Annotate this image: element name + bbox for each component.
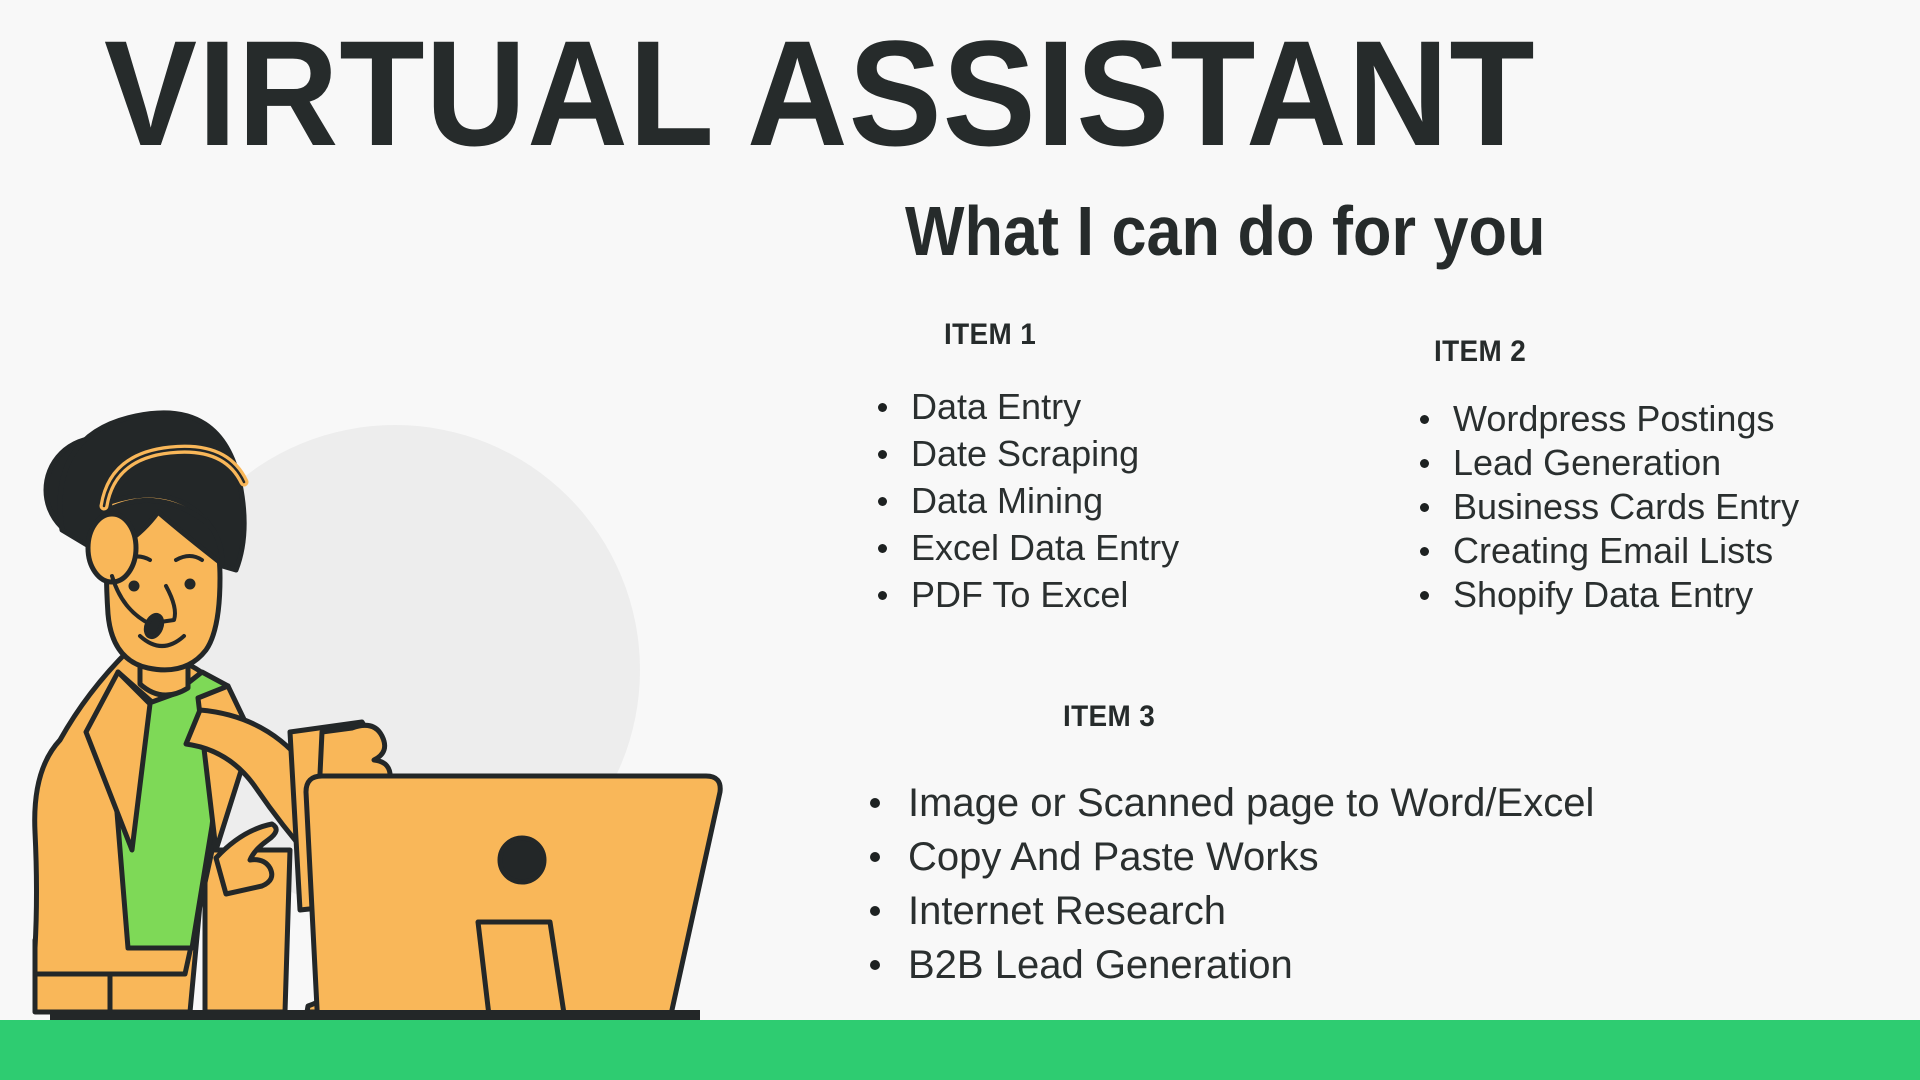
list-item-label: Shopify Data Entry — [1453, 574, 1754, 615]
list-item-label: PDF To Excel — [911, 574, 1129, 615]
item-block-1: ITEM 1 Data Entry Date Scraping Data Min… — [878, 318, 1179, 618]
item-3-heading: ITEM 3 — [1063, 700, 1156, 733]
poster-canvas: VIRTUAL ASSISTANT What I can do for you … — [0, 0, 1920, 1080]
list-item: Date Scraping — [878, 430, 1179, 477]
list-item-label: Excel Data Entry — [911, 527, 1180, 568]
list-item-label: Wordpress Postings — [1453, 398, 1775, 439]
item-block-3: ITEM 3 Image or Scanned page to Word/Exc… — [870, 700, 1594, 992]
list-item: Wordpress Postings — [1420, 397, 1799, 441]
list-item: B2B Lead Generation — [870, 938, 1594, 992]
list-item: Excel Data Entry — [878, 524, 1179, 571]
bullet-icon — [1420, 415, 1429, 424]
list-item-label: Internet Research — [908, 889, 1226, 933]
list-item-label: Image or Scanned page to Word/Excel — [908, 781, 1595, 825]
list-item: Data Mining — [878, 477, 1179, 524]
item-3-list: Image or Scanned page to Word/Excel Copy… — [870, 776, 1594, 992]
list-item-label: Date Scraping — [911, 433, 1140, 474]
list-item: Copy And Paste Works — [870, 830, 1594, 884]
item-1-heading: ITEM 1 — [944, 318, 1037, 351]
bullet-icon — [878, 496, 887, 506]
list-item-label: Copy And Paste Works — [908, 835, 1319, 879]
virtual-assistant-illustration — [0, 380, 740, 1080]
list-item-label: B2B Lead Generation — [908, 943, 1293, 987]
bullet-icon — [1420, 547, 1429, 556]
page-title: VIRTUAL ASSISTANT — [104, 9, 1536, 177]
bullet-icon — [878, 402, 887, 412]
bullet-icon — [1420, 459, 1429, 468]
eye-left — [128, 580, 140, 592]
item-2-heading: ITEM 2 — [1434, 335, 1527, 368]
bullet-icon — [870, 906, 880, 916]
list-item: Lead Generation — [1420, 441, 1799, 485]
list-item: Data Entry — [878, 383, 1179, 430]
bullet-icon — [1420, 591, 1429, 600]
bullet-icon — [1420, 503, 1429, 512]
list-item: Internet Research — [870, 884, 1594, 938]
list-item: Business Cards Entry — [1420, 485, 1799, 529]
list-item-label: Creating Email Lists — [1453, 530, 1774, 571]
bullet-icon — [878, 590, 887, 600]
eye-right — [184, 578, 196, 590]
monitor-dot — [497, 835, 547, 885]
bullet-icon — [878, 449, 887, 459]
list-item-label: Lead Generation — [1453, 442, 1722, 483]
bullet-icon — [878, 543, 887, 553]
item-2-list: Wordpress Postings Lead Generation Busin… — [1420, 397, 1799, 617]
list-item: Image or Scanned page to Word/Excel — [870, 776, 1594, 830]
list-item-label: Data Entry — [911, 386, 1082, 427]
bullet-icon — [870, 960, 880, 970]
item-block-2: ITEM 2 Wordpress Postings Lead Generatio… — [1420, 335, 1799, 617]
item-1-list: Data Entry Date Scraping Data Mining Exc… — [878, 383, 1179, 618]
bullet-icon — [870, 852, 880, 862]
bottom-accent-bar — [0, 1020, 1920, 1080]
list-item: Shopify Data Entry — [1420, 573, 1799, 617]
list-item: PDF To Excel — [878, 571, 1179, 618]
list-item-label: Data Mining — [911, 480, 1104, 521]
page-subtitle: What I can do for you — [905, 192, 1546, 270]
list-item-label: Business Cards Entry — [1453, 486, 1800, 527]
bullet-icon — [870, 798, 880, 808]
list-item: Creating Email Lists — [1420, 529, 1799, 573]
headset-earcup — [85, 511, 139, 585]
